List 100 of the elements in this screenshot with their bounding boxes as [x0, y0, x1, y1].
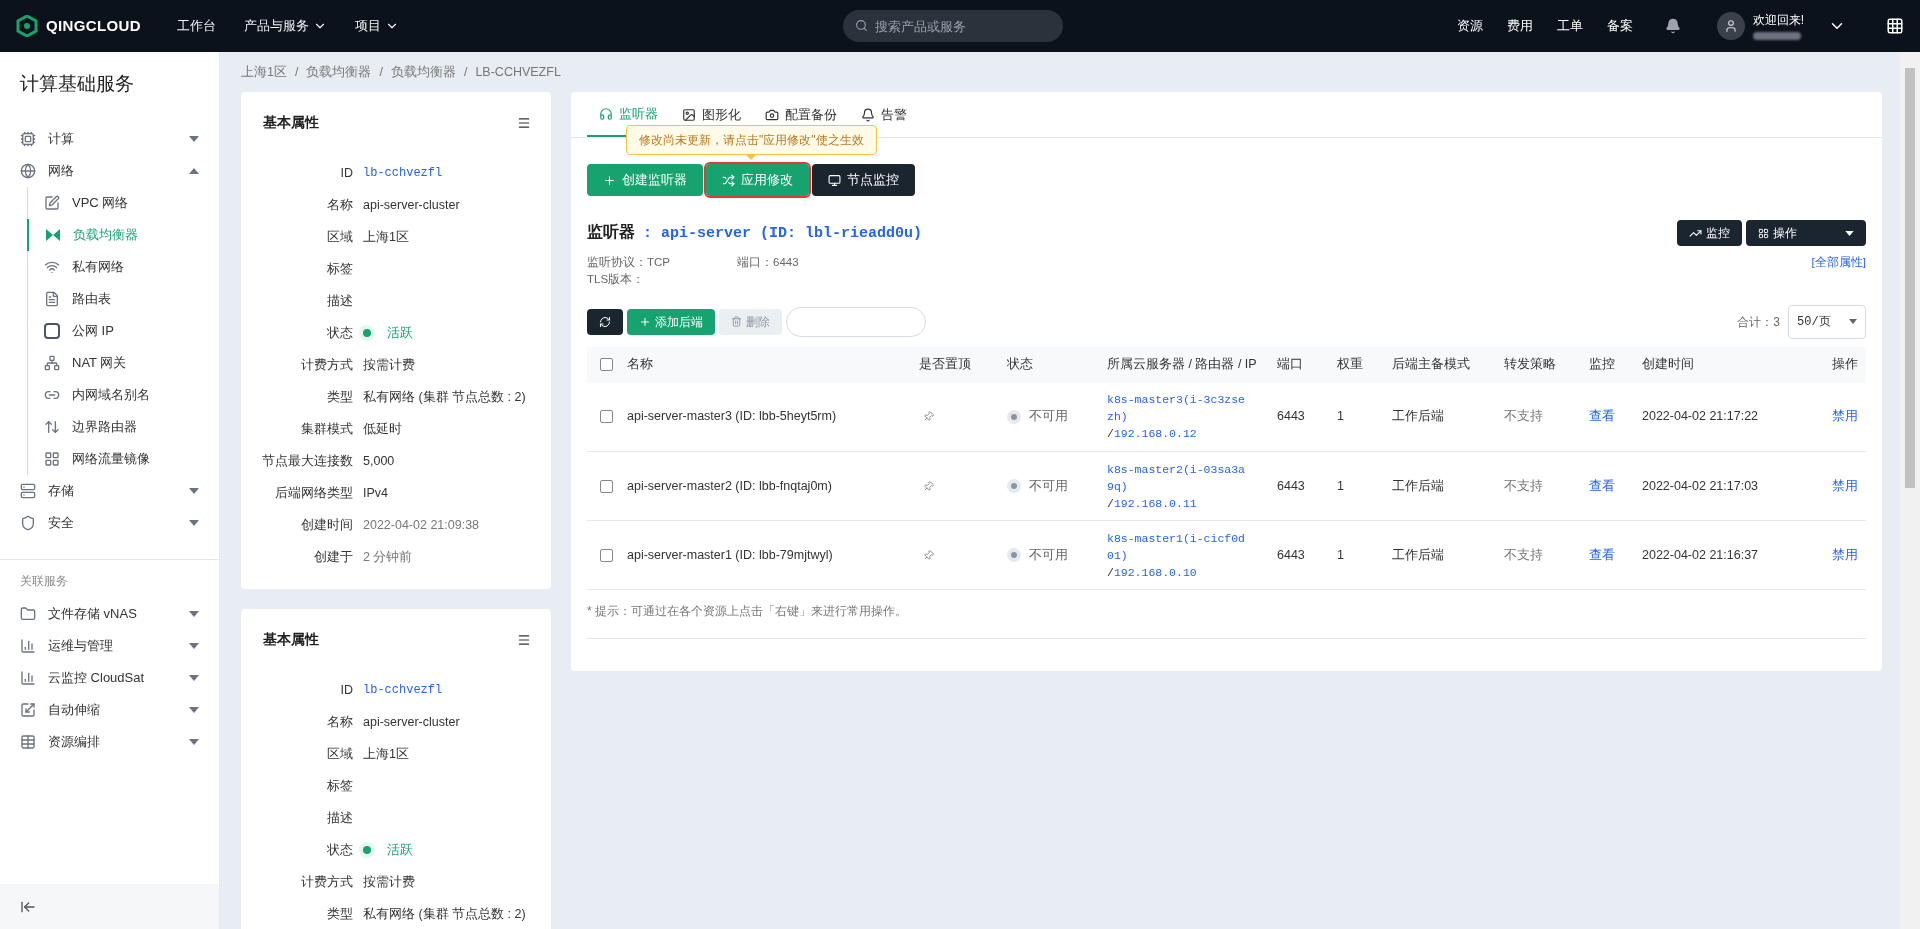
sidebar-group[interactable]: 存储: [0, 474, 219, 507]
network-icon: [44, 354, 60, 371]
field-label: 区域: [326, 745, 353, 763]
column-header: 是否置顶: [919, 346, 1007, 383]
breadcrumb-link[interactable]: 负载均衡器: [306, 62, 372, 82]
image-icon: [682, 107, 696, 122]
ip-link[interactable]: 192.168.0.12: [1113, 425, 1197, 443]
table-cell-text: 不可用: [1029, 546, 1068, 564]
card-title: 基本属性: [263, 630, 319, 649]
header-link[interactable]: 工单: [1556, 16, 1583, 36]
search-field[interactable]: 搜索产品或服务: [842, 10, 1063, 42]
sidebar-item[interactable]: 网络流量镜像: [28, 442, 219, 475]
table-cell: 工作后端: [1392, 451, 1504, 521]
menu-icon[interactable]: [517, 632, 531, 647]
avatar-icon[interactable]: [1723, 19, 1738, 33]
disable-link[interactable]: 禁用: [1832, 478, 1858, 493]
notification-icon[interactable]: [1664, 18, 1681, 34]
sidebar-group[interactable]: 文件存储 vNAS: [0, 597, 219, 630]
arrows-icon: [44, 418, 60, 435]
table-cell-text: 不可用: [1029, 408, 1068, 426]
server-link[interactable]: k8s-master1(i-cicf0d: [1107, 529, 1277, 547]
row-checkbox[interactable]: [600, 410, 613, 424]
sidebar-item[interactable]: 内网域名别名: [28, 378, 219, 411]
field-label: 状态: [326, 324, 353, 342]
nav-link[interactable]: 工作台: [177, 16, 217, 36]
sidebar-item[interactable]: 路由表: [28, 282, 219, 315]
field-label: 计费方式: [300, 356, 353, 374]
server-icon: [20, 482, 36, 499]
view-link[interactable]: 查看: [1589, 478, 1615, 493]
select-all-checkbox[interactable]: [600, 358, 613, 371]
column-header: 端口: [1277, 346, 1337, 383]
sidebar-group[interactable]: 资源编排: [0, 725, 219, 758]
field-value: 私有网络 (集群 节点总数 : 2): [363, 905, 526, 923]
operations-dropdown[interactable]: 操作: [1746, 220, 1866, 246]
server-link[interactable]: 9q): [1107, 477, 1277, 495]
sidebar-item[interactable]: NAT 网关: [28, 346, 219, 379]
field-value: 2022-04-02 21:09:38: [363, 516, 480, 534]
breadcrumb-separator: /: [463, 63, 468, 81]
header-link[interactable]: 备案: [1606, 16, 1633, 36]
document-icon: [44, 290, 60, 307]
server-link[interactable]: k8s-master3(i-3c3zse: [1107, 391, 1277, 409]
column-header: 权重: [1337, 346, 1392, 383]
field-label: 创建于: [313, 548, 353, 566]
sidebar-group[interactable]: 安全: [0, 506, 219, 539]
search-icon: [854, 19, 868, 32]
breadcrumb-link[interactable]: LB-CCHVEZFL: [475, 62, 561, 82]
header-link[interactable]: 资源: [1456, 16, 1483, 36]
column-header: 状态: [1007, 346, 1107, 383]
apps-grid-icon[interactable]: [1886, 17, 1904, 35]
scrollbar-thumb[interactable]: [1905, 68, 1915, 488]
disable-link[interactable]: 禁用: [1832, 547, 1858, 562]
separator-text: /: [1107, 564, 1114, 581]
monitor-button[interactable]: 监控: [1677, 220, 1742, 246]
sidebar-item[interactable]: 边界路由器: [28, 410, 219, 443]
sidebar-group[interactable]: 自动伸缩: [0, 693, 219, 726]
field-label: 标签: [326, 260, 353, 278]
view-link[interactable]: 查看: [1589, 547, 1615, 562]
nav-link[interactable]: 项目: [355, 16, 400, 36]
listener-label: 监听器: [587, 222, 635, 243]
header-link[interactable]: 费用: [1506, 16, 1533, 36]
row-checkbox[interactable]: [600, 479, 613, 493]
action-button[interactable]: 节点监控: [812, 164, 915, 196]
server-link[interactable]: k8s-master2(i-03sa3a: [1107, 460, 1277, 478]
breadcrumb-link[interactable]: 负载均衡器: [390, 62, 456, 82]
field-label: 区域: [326, 228, 353, 246]
sidebar-group[interactable]: 运维与管理: [0, 629, 219, 662]
card-title: 基本属性: [263, 113, 319, 132]
port-text: 端口：6443: [737, 255, 799, 270]
page-size-select[interactable]: 50/页: [1788, 304, 1866, 339]
sidebar-item[interactable]: 私有网络: [28, 250, 219, 283]
separator-text: /: [1107, 495, 1114, 512]
sidebar-group[interactable]: 云监控 CloudSat: [0, 661, 219, 694]
table-cell: api-server-master1 (ID: lbb-79mjtwyl): [627, 520, 919, 590]
chart-icon: [20, 637, 36, 654]
table-cell-text: 不可用: [1029, 477, 1068, 495]
breadcrumb-link[interactable]: 上海1区: [241, 62, 287, 82]
breadcrumb-separator: /: [379, 63, 383, 81]
camera-icon: [765, 107, 779, 122]
nav-link[interactable]: 产品与服务: [244, 16, 328, 36]
sidebar-group[interactable]: 计算: [0, 122, 219, 155]
field-value: 私有网络 (集群 节点总数 : 2): [363, 388, 526, 406]
refresh-button[interactable]: [587, 308, 623, 335]
column-header: 名称: [627, 346, 919, 383]
sidebar-item[interactable]: VPC 网络: [28, 186, 219, 219]
menu-icon[interactable]: [517, 115, 531, 130]
tooltip: 修改尚未更新，请点击"应用修改"使之生效: [626, 125, 877, 155]
ip-link[interactable]: 192.168.0.11: [1113, 494, 1197, 512]
server-link[interactable]: 01): [1107, 546, 1277, 564]
view-link[interactable]: 查看: [1589, 409, 1615, 424]
search-field[interactable]: [786, 306, 926, 337]
headphones-icon: [599, 106, 613, 121]
table-cell: 1: [1337, 520, 1392, 590]
server-link[interactable]: zh): [1107, 408, 1277, 426]
disable-link[interactable]: 禁用: [1832, 409, 1858, 424]
sidebar-group[interactable]: 网络: [0, 154, 219, 187]
table-cell: 不支持: [1504, 382, 1589, 452]
row-checkbox[interactable]: [600, 548, 613, 562]
sidebar-item[interactable]: 公网 IP: [28, 314, 219, 347]
all-attributes-link[interactable]: [全部属性]: [1811, 254, 1866, 272]
ip-link[interactable]: 192.168.0.10: [1113, 563, 1197, 581]
